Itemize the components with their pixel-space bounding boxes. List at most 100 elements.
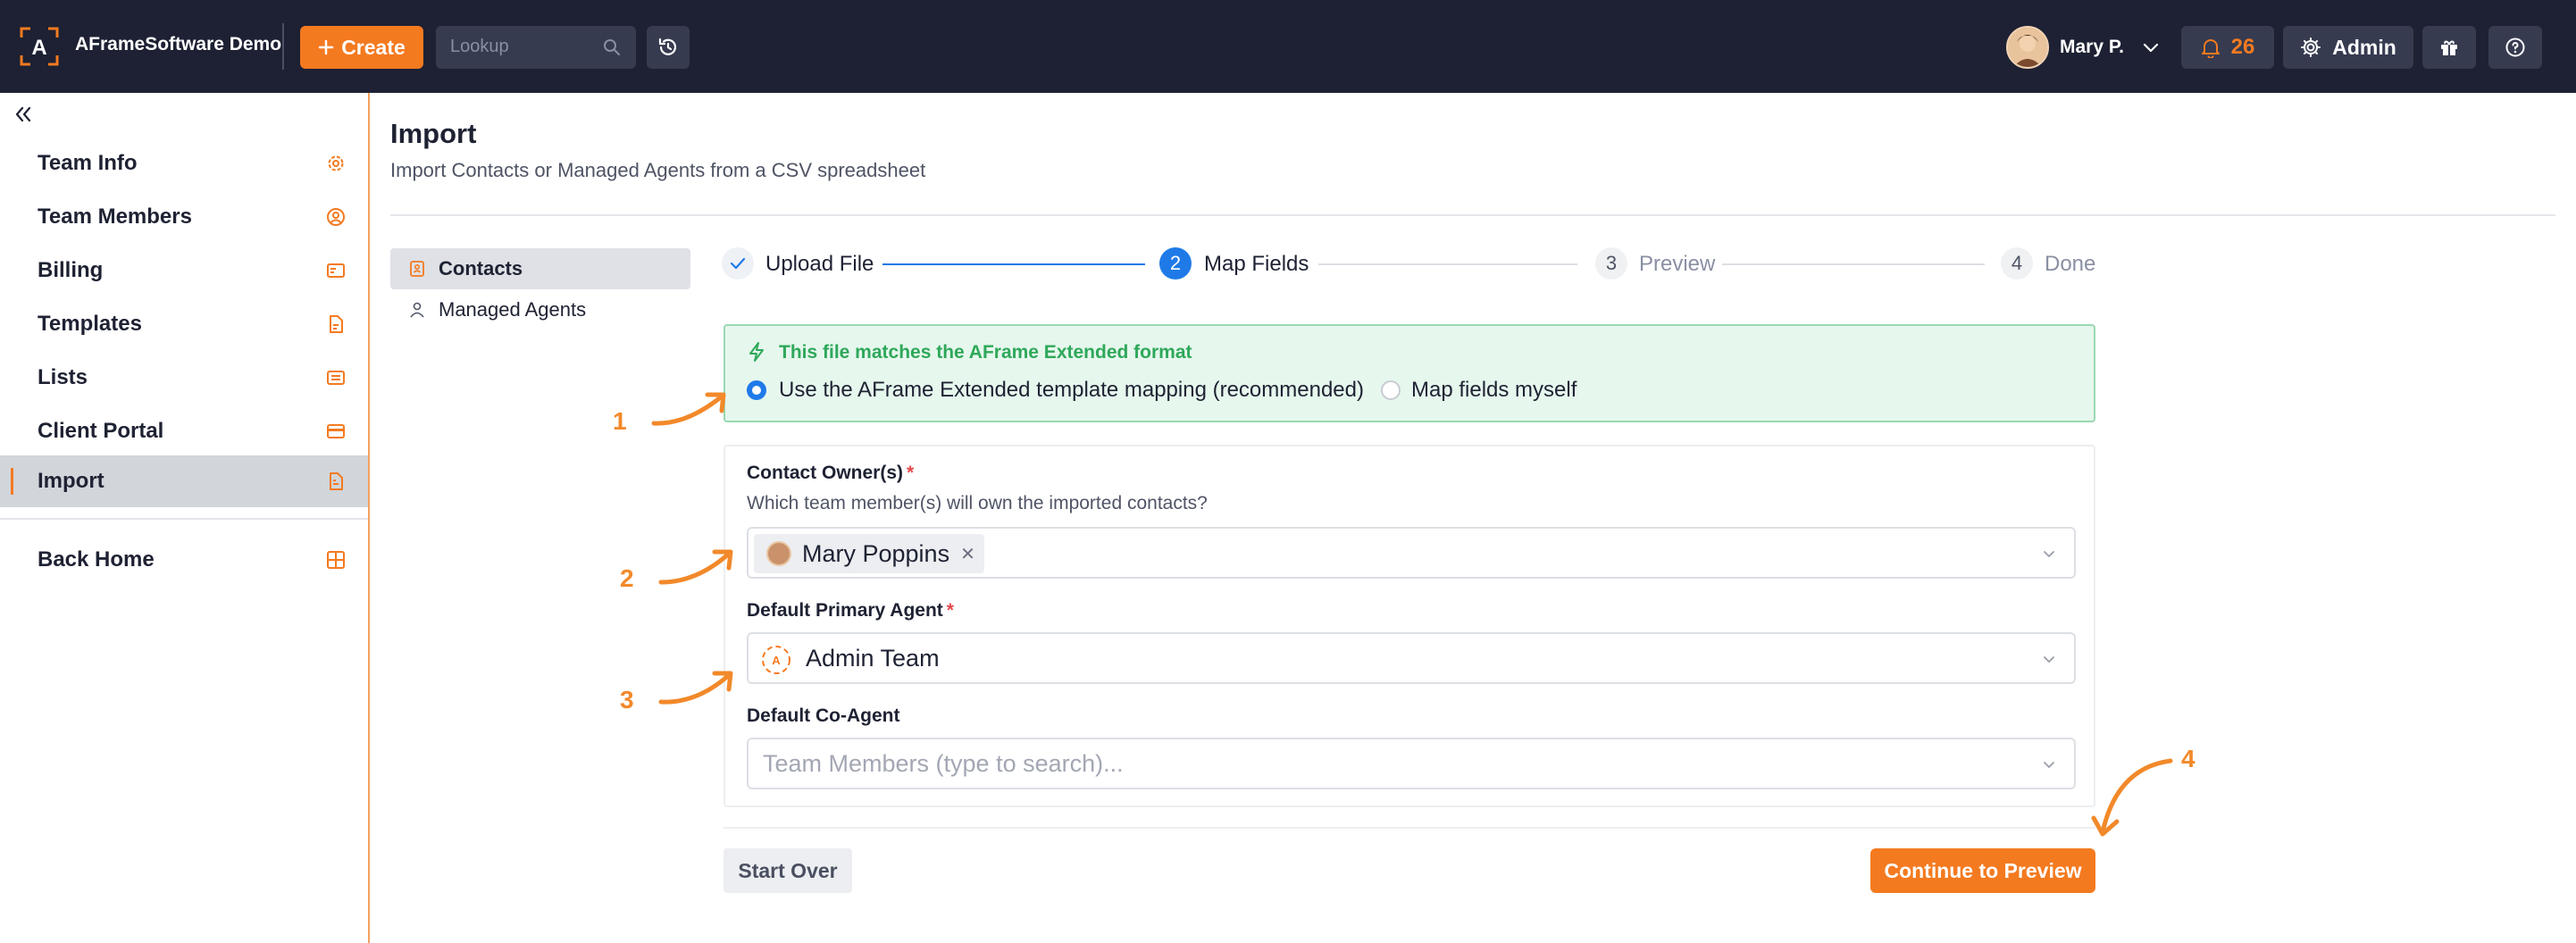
- gift-icon: [2441, 40, 2457, 55]
- gear-icon: [2301, 38, 2321, 57]
- map-fields-myself-radio[interactable]: [1381, 380, 1401, 400]
- user-name: Mary P.: [2060, 37, 2124, 57]
- required-marker: *: [946, 600, 954, 621]
- aframe-team-icon: A: [762, 646, 790, 674]
- sidebar-item-client-portal[interactable]: Client Portal: [0, 405, 368, 457]
- step-2-label: Map Fields: [1204, 252, 1309, 276]
- start-over-button[interactable]: Start Over: [723, 848, 852, 893]
- co-agent-select[interactable]: Team Members (type to search)...: [747, 738, 2076, 789]
- avatar: [2006, 26, 2049, 69]
- active-indicator: [11, 468, 13, 495]
- sidebar-item-back-home[interactable]: Back Home: [0, 534, 368, 586]
- footer-divider: [723, 827, 2095, 829]
- aframe-logo-icon[interactable]: A: [20, 27, 59, 66]
- help-button[interactable]: [2488, 26, 2542, 69]
- step-3-circle: 3: [1595, 247, 1627, 280]
- card-icon: [327, 263, 345, 278]
- annotation-number-4: 4: [2181, 745, 2195, 772]
- step-connector: [1318, 263, 1577, 265]
- lightning-icon: [749, 342, 764, 362]
- contact-owners-select[interactable]: Mary Poppins ✕: [747, 527, 2076, 579]
- owner-chip: Mary Poppins ✕: [754, 534, 984, 573]
- sidebar-item-team-members[interactable]: Team Members: [0, 191, 368, 243]
- primary-agent-label: Default Primary Agent *: [747, 600, 954, 621]
- person-icon: [410, 302, 424, 318]
- chevron-down-icon: [2044, 656, 2054, 663]
- notification-count: 26: [2230, 35, 2255, 59]
- topbar-divider: [282, 23, 284, 70]
- admin-button[interactable]: Admin: [2283, 26, 2413, 69]
- subnav-contacts[interactable]: Contacts: [390, 248, 690, 289]
- field-mapping-form: Contact Owner(s) * Which team member(s) w…: [723, 445, 2095, 807]
- grid-icon: [327, 551, 345, 569]
- step-4-number: 4: [2011, 252, 2023, 274]
- create-label: Create: [341, 35, 406, 59]
- annotation-number-3: 3: [620, 686, 634, 714]
- sidebar-item-label: Team Info: [38, 151, 138, 175]
- gear-icon: [328, 155, 344, 171]
- annotation-arrow-1: [651, 392, 726, 426]
- contact-owners-help: Which team member(s) will own the import…: [747, 493, 1208, 513]
- sidebar-item-billing[interactable]: Billing: [0, 245, 368, 296]
- sidebar-item-import[interactable]: Import: [0, 455, 368, 507]
- step-4-circle: 4: [2001, 247, 2033, 280]
- brand-name[interactable]: AFrameSoftware Demo: [75, 34, 281, 55]
- create-button[interactable]: Create: [300, 26, 423, 69]
- template-mapping-label[interactable]: Use the AFrame Extended template mapping…: [779, 378, 1364, 403]
- annotation-number-1: 1: [613, 407, 627, 435]
- collapse-sidebar-icon[interactable]: [11, 102, 36, 127]
- sidebar-item-label: Back Home: [38, 547, 155, 572]
- portal-icon: [327, 424, 345, 438]
- sidebar-item-templates[interactable]: Templates: [0, 298, 368, 350]
- sidebar-item-team-info[interactable]: Team Info: [0, 138, 368, 189]
- search-icon: [604, 39, 620, 55]
- sidebar-item-label: Client Portal: [38, 419, 164, 443]
- sidebar-divider: [0, 518, 368, 520]
- subnav-label: Contacts: [439, 257, 523, 280]
- primary-agent-value: Admin Team: [806, 645, 940, 672]
- subnav-managed-agents[interactable]: Managed Agents: [390, 289, 690, 330]
- template-mapping-radio[interactable]: [747, 380, 766, 400]
- page-subtitle: Import Contacts or Managed Agents from a…: [390, 159, 926, 181]
- contact-card-icon: [410, 261, 424, 277]
- sidebar-item-label: Import: [38, 469, 105, 493]
- subnav-label: Managed Agents: [439, 298, 587, 321]
- notifications-button[interactable]: 26: [2181, 26, 2274, 69]
- checkmark-icon: [730, 257, 746, 270]
- required-marker: *: [907, 463, 915, 483]
- top-navigation-bar: A AFrameSoftware Demo Create Lookup Mary…: [0, 0, 2576, 93]
- format-match-title: This file matches the AFrame Extended fo…: [779, 342, 1192, 363]
- step-connector: [1722, 263, 1985, 265]
- owner-chip-label: Mary Poppins: [802, 539, 950, 567]
- import-file-icon: [330, 472, 343, 490]
- lookup-placeholder: Lookup: [450, 37, 509, 56]
- gift-button[interactable]: [2422, 26, 2476, 69]
- sidebar-item-label: Templates: [38, 312, 142, 336]
- continue-to-preview-button[interactable]: Continue to Preview: [1870, 848, 2095, 893]
- map-fields-myself-label[interactable]: Map fields myself: [1411, 378, 1577, 403]
- chevron-down-icon: [2044, 551, 2054, 557]
- user-circle-icon: [327, 208, 345, 226]
- step-1-label[interactable]: Upload File: [765, 252, 874, 277]
- user-menu[interactable]: Mary P.: [2006, 25, 2162, 70]
- sidebar: Team Info Team Members Billing Templates…: [0, 93, 370, 943]
- lookup-input[interactable]: Lookup: [436, 26, 636, 69]
- primary-agent-select[interactable]: A Admin Team: [747, 632, 2076, 684]
- svg-text:A: A: [772, 654, 781, 667]
- sidebar-item-label: Billing: [38, 258, 104, 282]
- bell-icon: [2201, 39, 2220, 58]
- step-4-label: Done: [2045, 252, 2096, 276]
- svg-text:A: A: [31, 36, 46, 60]
- history-button[interactable]: [647, 26, 690, 69]
- sidebar-item-lists[interactable]: Lists: [0, 352, 368, 404]
- step-2-circle: 2: [1159, 247, 1192, 280]
- remove-chip-icon[interactable]: ✕: [960, 543, 975, 565]
- step-connector: [882, 263, 1145, 265]
- avatar: [766, 541, 791, 566]
- admin-label: Admin: [2332, 35, 2396, 59]
- annotation-arrow-3: [658, 671, 733, 705]
- chevron-down-icon: [2143, 43, 2159, 53]
- annotation-number-2: 2: [620, 564, 634, 592]
- contact-owners-label: Contact Owner(s) *: [747, 463, 915, 483]
- header-divider: [390, 214, 2555, 216]
